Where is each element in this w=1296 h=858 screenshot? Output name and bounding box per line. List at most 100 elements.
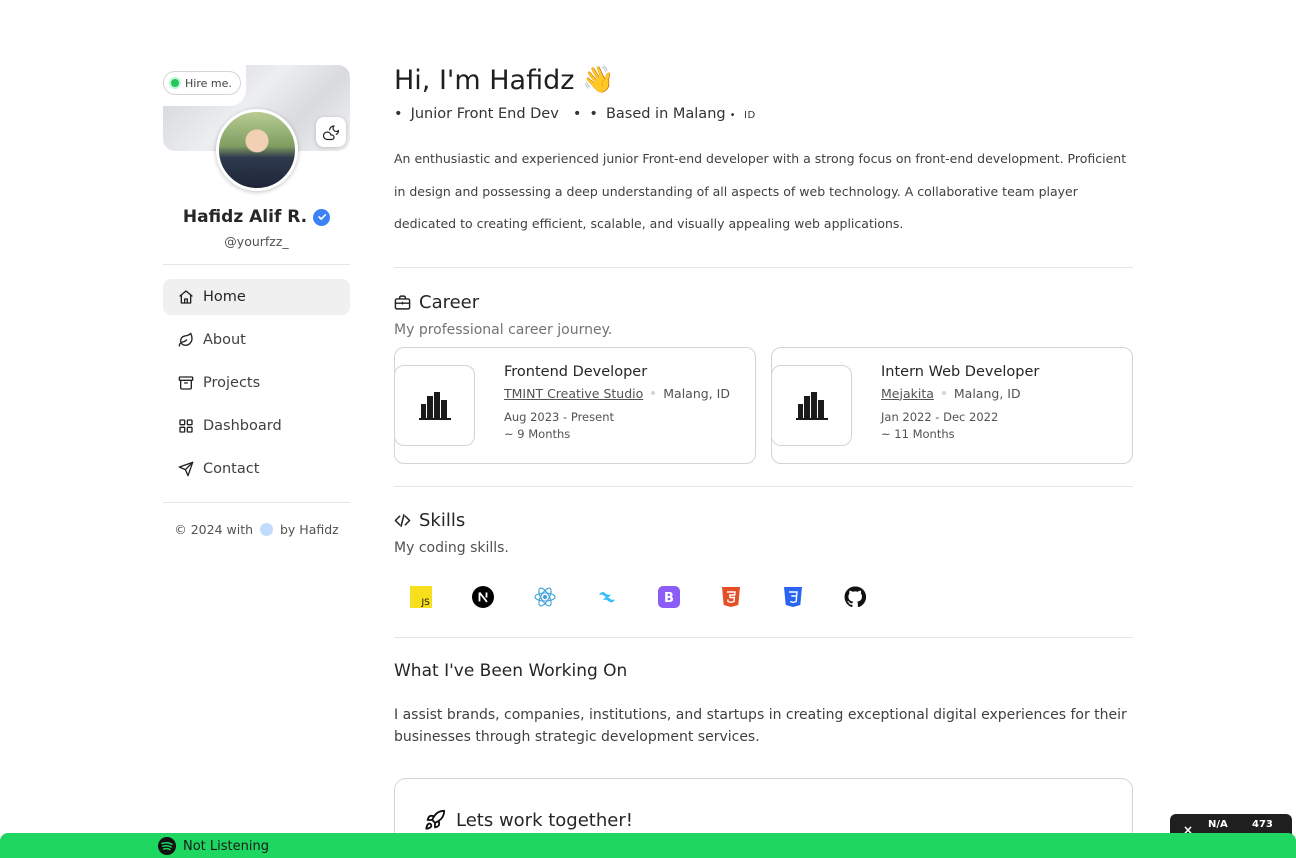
verified-badge-icon — [313, 208, 331, 226]
career-card[interactable]: Intern Web Developer Mejakita Malang, ID… — [771, 346, 1133, 464]
skills-title: Skills — [419, 509, 466, 531]
cta-heading: Lets work together! — [424, 809, 633, 831]
role-text: Junior Front End Dev — [394, 106, 559, 122]
location-bullet: Based in Malang ID — [573, 106, 756, 122]
react-icon[interactable] — [534, 586, 556, 608]
work-section: What I've Been Working On I assist brand… — [394, 661, 1133, 748]
job-title: Intern Web Developer — [881, 363, 1040, 380]
section-divider — [394, 485, 1133, 487]
sidebar-item-dashboard[interactable]: Dashboard — [163, 408, 350, 444]
skills-subtitle: My coding skills. — [394, 539, 509, 556]
sidebar-item-label: Dashboard — [203, 418, 282, 434]
intro-paragraph: An enthusiastic and experienced junior F… — [394, 151, 1127, 231]
cloud-moon-icon — [322, 125, 340, 141]
sidebar-divider-bottom — [163, 502, 350, 503]
home-icon — [179, 290, 193, 304]
career-card[interactable]: Frontend Developer TMINT Creative Studio… — [394, 346, 756, 464]
theme-toggle-button[interactable] — [316, 117, 346, 147]
sidebar-item-contact[interactable]: Contact — [163, 451, 350, 487]
github-icon[interactable] — [844, 585, 866, 608]
page-title: Hi, I'm Hafidz 👋 — [394, 62, 1133, 98]
sidebar-divider — [163, 264, 350, 265]
nextjs-icon[interactable] — [472, 585, 494, 608]
company-link[interactable]: TMINT Creative Studio — [504, 386, 643, 401]
cta-title-text: Lets work together! — [456, 809, 633, 831]
rocket-icon — [425, 809, 446, 830]
sidebar-nav: Home About Projects Dashboard Contact — [163, 279, 350, 494]
archive-icon — [178, 376, 194, 390]
section-divider — [394, 266, 1133, 268]
sidebar: Hire me. Hafidz Alif R. @yourfzz_ Home A… — [163, 65, 350, 537]
sidebar-item-label: Projects — [203, 375, 261, 391]
available-dot-icon — [171, 79, 179, 87]
location-text: Based in Malang — [589, 106, 725, 122]
job-company-row: TMINT Creative Studio Malang, ID — [504, 386, 730, 401]
location-tag: ID — [730, 110, 756, 121]
job-location: Malang, ID — [953, 385, 1021, 401]
career-cards: Frontend Developer TMINT Creative Studio… — [394, 346, 1133, 464]
building-icon — [418, 392, 451, 420]
work-title: What I've Been Working On — [394, 660, 628, 681]
bootstrap-icon[interactable]: B — [658, 585, 680, 608]
send-icon — [178, 461, 194, 477]
dashboard-icon — [179, 419, 193, 433]
career-section: Career My professional career journey. F… — [394, 292, 1133, 464]
career-subtitle: My professional career journey. — [394, 321, 613, 338]
hero-bullets: Junior Front End Dev Based in Malang ID — [394, 106, 1133, 122]
career-heading: Career — [394, 292, 1133, 313]
job-duration: ~ 9 Months — [504, 426, 571, 441]
tailwind-icon[interactable] — [596, 586, 618, 608]
job-info: Intern Web Developer Mejakita Malang, ID… — [881, 364, 1039, 441]
work-text: I assist brands, companies, institutions… — [394, 706, 1127, 745]
sidebar-item-about[interactable]: About — [163, 322, 350, 358]
leaf-icon — [178, 332, 193, 347]
company-logo-box — [771, 364, 852, 446]
hire-me-badge[interactable]: Hire me. — [163, 71, 241, 95]
job-info: Frontend Developer TMINT Creative Studio… — [504, 364, 730, 441]
now-playing-status: Not Listening — [183, 838, 269, 854]
building-icon — [795, 392, 828, 420]
profile-name: Hafidz Alif R. — [163, 207, 350, 227]
svg-text:JS: JS — [421, 598, 431, 608]
html5-icon[interactable] — [720, 586, 742, 608]
company-logo-box — [394, 364, 475, 446]
svg-text:B: B — [664, 591, 674, 606]
job-dates: Aug 2023 - Present — [504, 409, 614, 424]
section-divider — [394, 636, 1133, 638]
job-dates: Jan 2022 - Dec 2022 — [881, 409, 999, 424]
footer-credit: © 2024 with by Hafidz — [163, 522, 350, 537]
company-link[interactable]: Mejakita — [881, 386, 934, 401]
credit-prefix: © 2024 with — [174, 522, 254, 537]
sidebar-item-label: Contact — [203, 461, 260, 477]
career-title: Career — [419, 291, 480, 313]
skills-heading: Skills — [394, 510, 1133, 531]
now-playing-content: Not Listening — [158, 837, 269, 855]
spotify-icon — [158, 837, 176, 855]
skills-icons: JS B — [394, 585, 1133, 608]
widget-count: 473 — [1252, 819, 1273, 830]
sidebar-item-home[interactable]: Home — [163, 279, 350, 315]
profile-name-text: Hafidz Alif R. — [182, 207, 308, 227]
job-company-row: Mejakita Malang, ID — [881, 386, 1039, 401]
code-icon — [394, 513, 411, 527]
now-playing-bar[interactable]: Not Listening — [0, 833, 1296, 858]
greeting-text: Hi, I'm Hafidz — [394, 64, 575, 96]
sidebar-item-projects[interactable]: Projects — [163, 365, 350, 401]
job-duration: ~ 11 Months — [881, 426, 955, 441]
job-title: Frontend Developer — [504, 363, 648, 380]
briefcase-icon — [394, 294, 411, 310]
css3-icon[interactable] — [782, 586, 804, 608]
profile-cover: Hire me. — [163, 65, 350, 191]
main-content: Hi, I'm Hafidz 👋 Junior Front End Dev Ba… — [394, 62, 1133, 858]
job-location: Malang, ID — [663, 385, 730, 401]
heart-emoji-icon — [260, 523, 274, 536]
credit-suffix: by Hafidz — [280, 522, 339, 537]
waving-hand-icon: 👋 — [582, 65, 615, 95]
profile-handle: @yourfzz_ — [224, 234, 289, 249]
sidebar-item-label: About — [203, 332, 246, 348]
avatar — [216, 109, 298, 191]
separator-dot — [651, 391, 656, 395]
separator-dot — [941, 391, 946, 395]
javascript-icon[interactable]: JS — [410, 585, 432, 608]
widget-label: N/A — [1208, 819, 1228, 830]
